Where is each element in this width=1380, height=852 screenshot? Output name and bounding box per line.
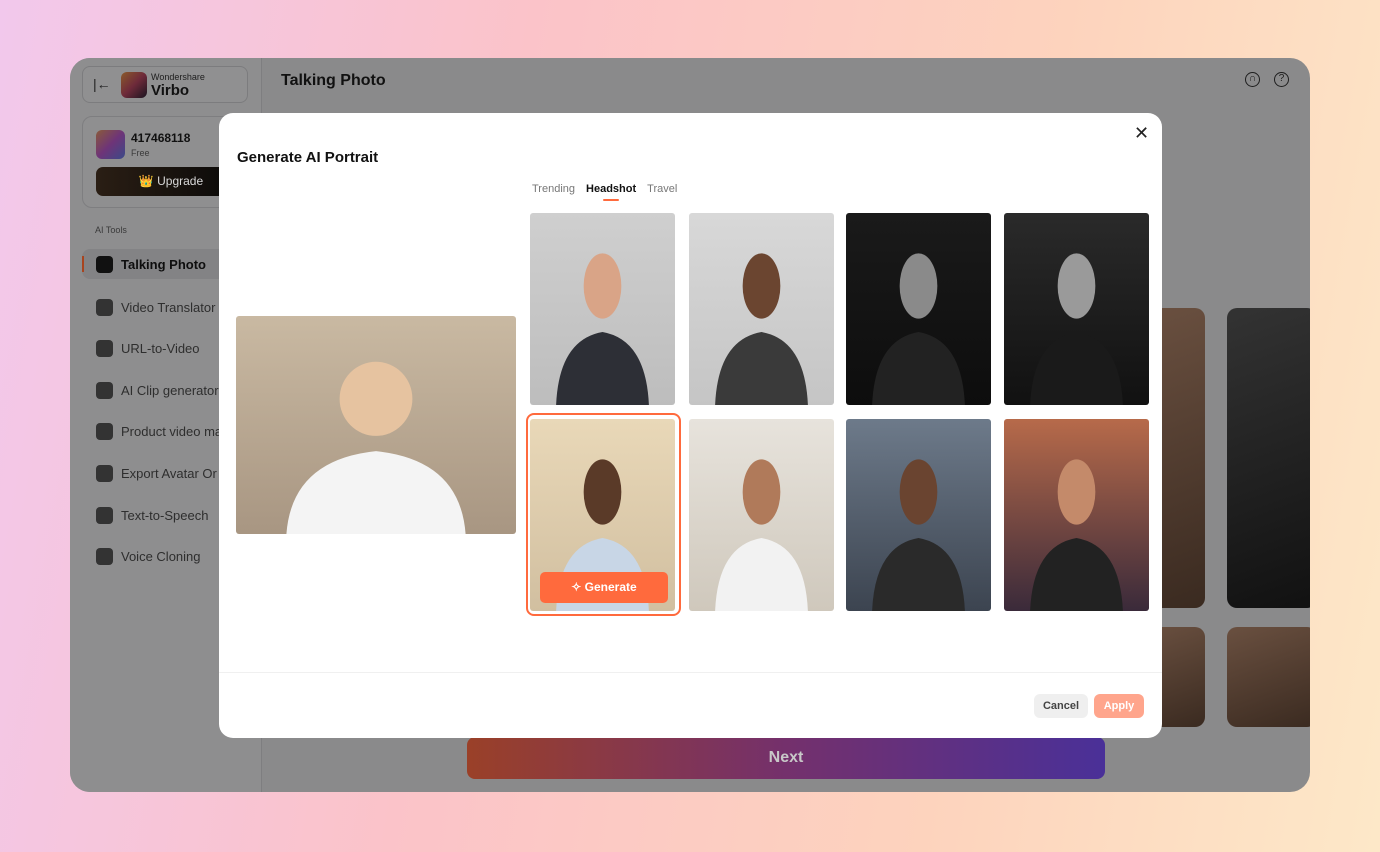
upgrade-label: Upgrade [157, 174, 204, 188]
style-photo[interactable] [1004, 419, 1149, 611]
account-plan: Free [131, 148, 150, 158]
account-id: 417468118 [131, 131, 191, 145]
translate-icon [96, 298, 113, 316]
label: AI Clip generator [121, 382, 219, 398]
help-icon[interactable]: ? [1274, 72, 1289, 87]
brand-small: Wondershare [151, 72, 205, 82]
tab-trending[interactable]: Trending [532, 183, 575, 195]
label: Talking Photo [121, 256, 206, 272]
avatar-card[interactable] [1227, 627, 1310, 727]
sidebar-item-ai-clip[interactable]: AI Clip generator [82, 375, 219, 405]
generate-label: Generate [584, 580, 637, 594]
category-tabs: Trending Headshot Travel [532, 183, 677, 201]
generate-portrait-dialog: Generate AI Portrait ✕ Trending Headshot… [219, 113, 1162, 738]
product-icon [96, 422, 113, 440]
label: Video Translator [121, 299, 216, 315]
next-button[interactable]: Next [467, 737, 1105, 779]
logo-bar: |← Wondershare Virbo [82, 66, 248, 103]
speech-icon [96, 506, 113, 524]
voice-icon [96, 547, 113, 565]
style-photo[interactable] [530, 213, 675, 405]
headset-icon[interactable]: ∩ [1245, 72, 1260, 87]
style-photo[interactable] [689, 213, 834, 405]
sidebar-item-video-translator[interactable]: Video Translator [82, 292, 219, 322]
label: Product video ma [121, 423, 219, 439]
virbo-logo [121, 72, 147, 98]
style-photo[interactable] [689, 419, 834, 611]
close-icon[interactable]: ✕ [1134, 123, 1149, 144]
style-photo[interactable] [1004, 213, 1149, 405]
collapse-sidebar-icon[interactable]: |← [93, 76, 111, 92]
source-photo [236, 316, 516, 534]
sidebar-item-export-avatar[interactable]: Export Avatar Or [82, 458, 219, 488]
sidebar-item-url-to-video[interactable]: URL-to-Video [82, 333, 219, 363]
label: Export Avatar Or [121, 465, 217, 481]
label: Text-to-Speech [121, 507, 209, 523]
label: URL-to-Video [121, 340, 200, 356]
dialog-title: Generate AI Portrait [237, 149, 379, 166]
generate-button[interactable]: ✧ Generate [540, 572, 668, 603]
avatar-card[interactable] [1227, 308, 1310, 608]
label: Voice Cloning [121, 548, 201, 564]
avatar-icon [96, 464, 113, 482]
sidebar-item-product-video[interactable]: Product video ma [82, 416, 219, 446]
sidebar-item-text-to-speech[interactable]: Text-to-Speech [82, 500, 219, 530]
sidebar-item-voice-cloning[interactable]: Voice Cloning [82, 541, 219, 571]
apply-button[interactable]: Apply [1094, 694, 1144, 718]
section-label: AI Tools [95, 225, 127, 235]
tab-travel[interactable]: Travel [647, 183, 677, 195]
image-icon [96, 255, 113, 273]
tab-headshot[interactable]: Headshot [586, 183, 636, 201]
url-icon [96, 339, 113, 357]
clip-icon [96, 381, 113, 399]
sidebar-item-talking-photo[interactable]: Talking Photo [82, 249, 219, 279]
divider [219, 672, 1162, 673]
page-title: Talking Photo [281, 72, 386, 89]
avatar[interactable] [96, 130, 125, 159]
style-photo[interactable] [846, 419, 991, 611]
cancel-button[interactable]: Cancel [1034, 694, 1088, 718]
style-photo[interactable] [846, 213, 991, 405]
brand-name: Virbo [151, 82, 190, 99]
